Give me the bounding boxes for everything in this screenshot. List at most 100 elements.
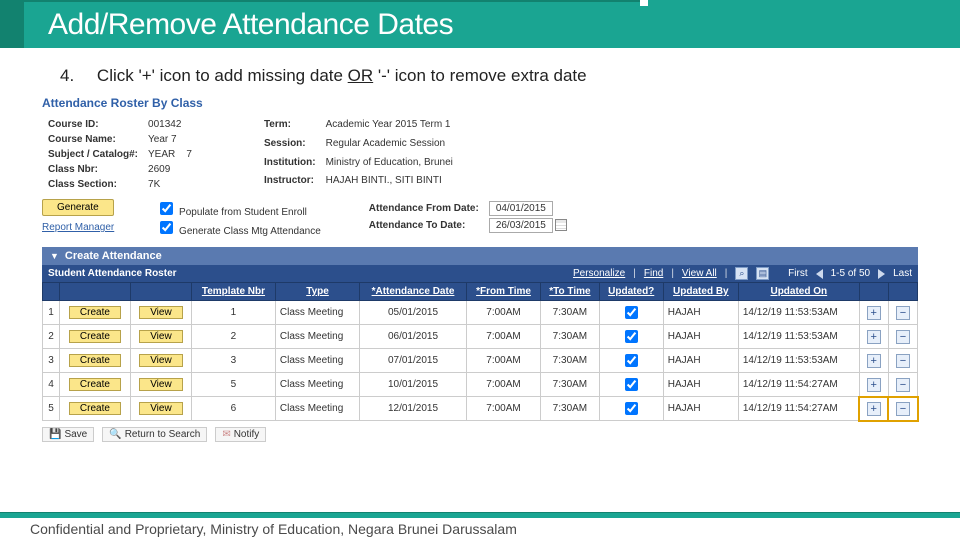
template-nbr: 5	[191, 373, 275, 397]
notify-icon: ✉	[222, 429, 230, 440]
create-button[interactable]: Create	[69, 402, 121, 415]
updated-on: 14/12/19 11:54:27AM	[738, 373, 859, 397]
subject-catalog-label: Subject / Catalog#:	[44, 148, 142, 161]
to-time: 7:30AM	[541, 349, 600, 373]
remove-row-button[interactable]: −	[896, 378, 910, 392]
add-row-button[interactable]: +	[867, 378, 881, 392]
view-button[interactable]: View	[139, 330, 183, 343]
calendar-icon[interactable]	[555, 219, 567, 231]
template-nbr: 2	[191, 325, 275, 349]
attendance-date: 10/01/2015	[360, 373, 467, 397]
view-button[interactable]: View	[139, 306, 183, 319]
view-button[interactable]: View	[139, 354, 183, 367]
from-time: 7:00AM	[466, 397, 540, 421]
page-header: Attendance Roster By Class	[42, 96, 918, 110]
to-time: 7:30AM	[541, 373, 600, 397]
meeting-type: Class Meeting	[275, 373, 359, 397]
step-number: 4.	[60, 66, 74, 86]
course-name-value: Year 7	[144, 133, 196, 146]
col-to-time[interactable]: *To Time	[541, 283, 600, 301]
table-row: 4CreateView5Class Meeting10/01/20157:00A…	[43, 373, 918, 397]
return-to-search-button[interactable]: 🔍Return to Search	[102, 427, 207, 442]
slide-title: Add/Remove Attendance Dates	[48, 8, 936, 42]
add-row-button[interactable]: +	[867, 330, 881, 344]
updated-on: 14/12/19 11:53:53AM	[738, 325, 859, 349]
personalize-link[interactable]: Personalize	[573, 268, 625, 279]
pager-first[interactable]: First	[788, 268, 807, 279]
col-updated-by[interactable]: Updated By	[663, 283, 738, 301]
col-add	[859, 283, 888, 301]
pager-prev-icon[interactable]	[816, 269, 823, 279]
att-from-label: Attendance From Date:	[365, 201, 483, 216]
col-create	[59, 283, 130, 301]
updated-check[interactable]	[599, 349, 663, 373]
institution-value: Ministry of Education, Brunei	[322, 156, 457, 173]
add-row-button[interactable]: +	[867, 402, 881, 416]
find-link[interactable]: Find	[644, 268, 663, 279]
remove-row-button[interactable]: −	[896, 306, 910, 320]
add-row-button[interactable]: +	[867, 354, 881, 368]
view-all-link[interactable]: View All	[682, 268, 717, 279]
generate-button[interactable]: Generate	[42, 199, 114, 216]
footer-actions: 💾Save 🔍Return to Search ✉Notify	[42, 427, 918, 442]
table-row: 5CreateView6Class Meeting12/01/20157:00A…	[43, 397, 918, 421]
updated-on: 14/12/19 11:53:53AM	[738, 301, 859, 325]
updated-by: HAJAH	[663, 325, 738, 349]
col-view	[130, 283, 191, 301]
col-remove	[888, 283, 917, 301]
step-text-a: Click '+' icon to add missing date	[97, 66, 348, 85]
zoom-icon[interactable]: ⌕	[735, 267, 748, 280]
create-attendance-label: Create Attendance	[65, 250, 162, 262]
attendance-date: 06/01/2015	[360, 325, 467, 349]
add-row-button[interactable]: +	[867, 306, 881, 320]
updated-check[interactable]	[599, 373, 663, 397]
create-button[interactable]: Create	[69, 378, 121, 391]
updated-by: HAJAH	[663, 397, 738, 421]
create-button[interactable]: Create	[69, 306, 121, 319]
class-details-left: Course ID:001342 Course Name:Year 7 Subj…	[42, 116, 198, 193]
course-name-label: Course Name:	[44, 133, 142, 146]
session-value: Regular Academic Session	[322, 137, 457, 154]
col-from-time[interactable]: *From Time	[466, 283, 540, 301]
slide-title-bar: Add/Remove Attendance Dates	[0, 0, 960, 48]
view-button[interactable]: View	[139, 402, 183, 415]
create-button[interactable]: Create	[69, 354, 121, 367]
col-template[interactable]: Template Nbr	[191, 283, 275, 301]
updated-by: HAJAH	[663, 349, 738, 373]
notify-button[interactable]: ✉Notify	[215, 427, 266, 442]
generate-mtg-checkbox[interactable]: Generate Class Mtg Attendance	[156, 218, 321, 237]
updated-check[interactable]	[599, 397, 663, 421]
updated-check[interactable]	[599, 325, 663, 349]
col-updated-on[interactable]: Updated On	[738, 283, 859, 301]
col-type[interactable]: Type	[275, 283, 359, 301]
row-index: 2	[43, 325, 60, 349]
view-button[interactable]: View	[139, 378, 183, 391]
att-to-input[interactable]: 26/03/2015	[489, 218, 553, 233]
populate-enroll-input[interactable]	[160, 202, 173, 215]
col-att-date[interactable]: *Attendance Date	[360, 283, 467, 301]
class-details: Course ID:001342 Course Name:Year 7 Subj…	[42, 116, 918, 193]
save-button[interactable]: 💾Save	[42, 427, 94, 442]
updated-check[interactable]	[599, 301, 663, 325]
remove-row-button[interactable]: −	[896, 330, 910, 344]
pager-next-icon[interactable]	[878, 269, 885, 279]
catalog-value: 7	[186, 149, 192, 160]
generate-mtg-input[interactable]	[160, 221, 173, 234]
updated-on: 14/12/19 11:53:53AM	[738, 349, 859, 373]
populate-enroll-checkbox[interactable]: Populate from Student Enroll	[156, 199, 321, 218]
create-button[interactable]: Create	[69, 330, 121, 343]
report-manager-link[interactable]: Report Manager	[42, 222, 114, 233]
remove-row-button[interactable]: −	[896, 354, 910, 368]
remove-row-button[interactable]: −	[896, 402, 910, 416]
subject-value: YEAR	[148, 149, 175, 160]
footer-accent	[0, 512, 960, 518]
to-time: 7:30AM	[541, 325, 600, 349]
table-row: 3CreateView3Class Meeting07/01/20157:00A…	[43, 349, 918, 373]
create-attendance-header[interactable]: ▼ Create Attendance	[42, 247, 918, 265]
col-updatedq[interactable]: Updated?	[599, 283, 663, 301]
pager-last[interactable]: Last	[893, 268, 912, 279]
updated-by: HAJAH	[663, 301, 738, 325]
meeting-type: Class Meeting	[275, 325, 359, 349]
row-index: 3	[43, 349, 60, 373]
download-icon[interactable]: ▤	[756, 267, 769, 280]
